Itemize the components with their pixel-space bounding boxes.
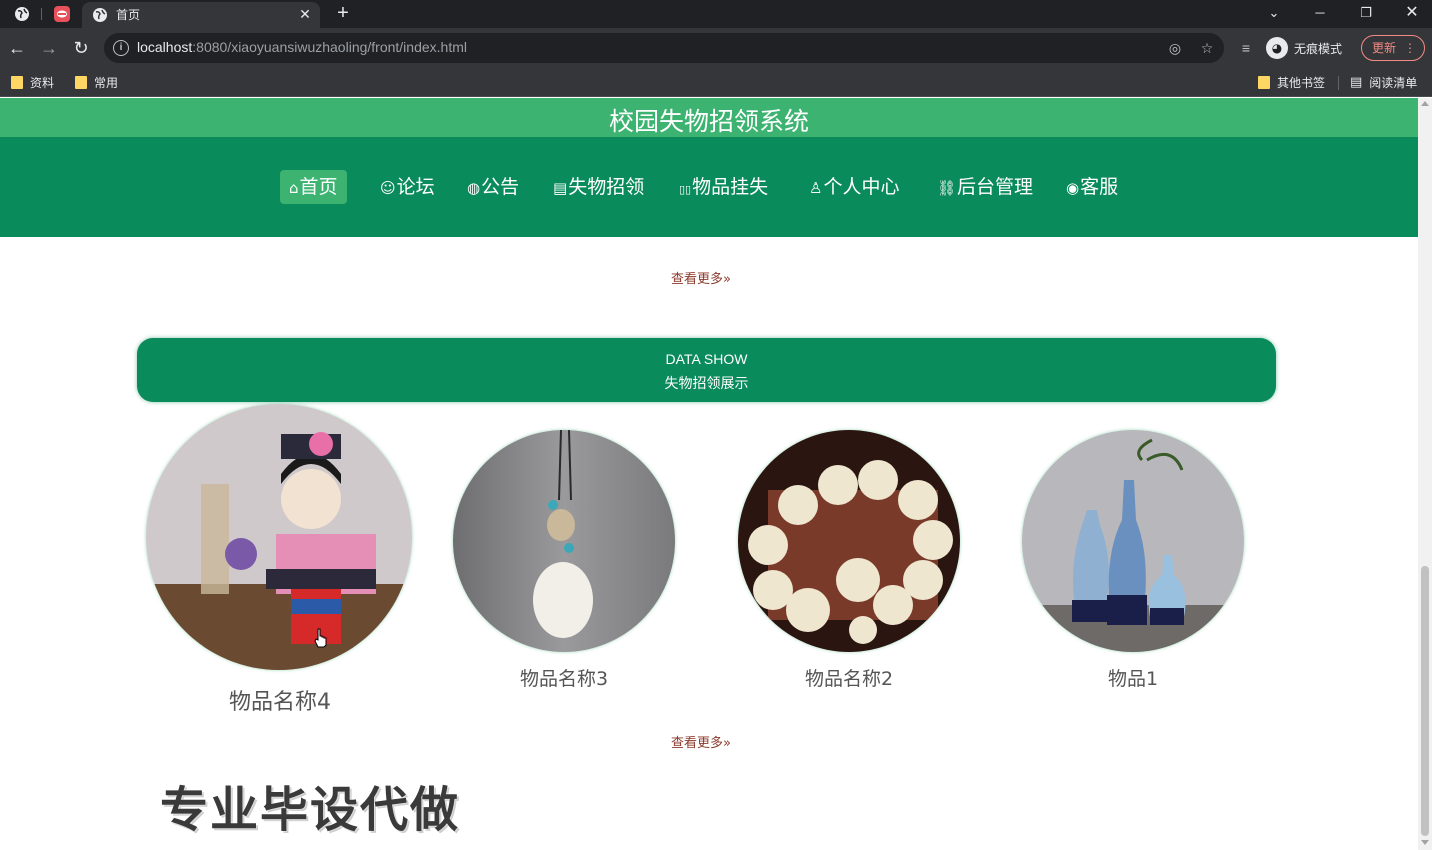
page-scrollbar[interactable] <box>1418 98 1432 850</box>
browser-toolbar: ← → ↻ i localhost:8080/xiaoyuansiwuzhaol… <box>0 28 1432 68</box>
nav-user-center[interactable]: ♙个人中心 <box>800 170 908 204</box>
home-icon: ⌂ <box>289 179 299 197</box>
scroll-up-arrow-icon[interactable] <box>1421 101 1429 106</box>
notice-icon: ◍ <box>467 179 481 197</box>
nav-lost-found[interactable]: ▤失物招领 <box>544 170 653 204</box>
url-text[interactable]: localhost:8080/xiaoyuansiwuzhaoling/fron… <box>137 39 467 55</box>
item-card[interactable]: 物品名称2 <box>738 430 960 694</box>
new-tab-button[interactable]: + <box>333 3 353 23</box>
scroll-thumb[interactable] <box>1421 566 1429 836</box>
nav-forum[interactable]: ☺论坛 <box>371 170 444 204</box>
nav-admin[interactable]: ⛓后台管理 <box>928 170 1042 204</box>
star-icon[interactable]: ☆ <box>1198 39 1216 57</box>
update-button[interactable]: 更新 ⋮ <box>1361 35 1425 61</box>
item-card[interactable]: 物品名称4 <box>146 404 414 716</box>
item-card[interactable]: 物品名称3 <box>453 430 675 694</box>
folder-icon <box>11 75 23 89</box>
link-icon: ⛓ <box>937 179 957 197</box>
eye-off-icon[interactable]: ◎ <box>1166 39 1184 57</box>
minimize-button[interactable]: ─ <box>1308 2 1332 24</box>
tab-separator <box>41 8 42 20</box>
double-chevron-right-icon: » <box>723 736 731 751</box>
site-title: 校园失物招领系统 <box>608 107 809 136</box>
window-close-button[interactable]: ✕ <box>1400 2 1424 24</box>
back-arrow-icon[interactable]: ← <box>5 36 29 60</box>
service-icon: ◉ <box>1066 179 1080 197</box>
main-nav: ⌂首页 ☺论坛 ◍公告 ▤失物招领 ▯▯物品挂失 ♙个人中心 ⛓后台管理 ◉客服 <box>0 137 1418 237</box>
folder-icon <box>1258 75 1270 89</box>
address-bar[interactable]: i localhost:8080/xiaoyuansiwuzhaoling/fr… <box>104 33 1224 63</box>
nav-service[interactable]: ◉客服 <box>1057 170 1127 204</box>
globe-icon <box>93 8 107 22</box>
reload-icon[interactable]: ↻ <box>69 36 93 60</box>
user-icon: ♙ <box>809 179 823 197</box>
restore-button[interactable]: ❐ <box>1354 2 1378 24</box>
close-icon[interactable]: ✕ <box>296 5 314 23</box>
nav-home[interactable]: ⌂首页 <box>280 170 347 204</box>
item-image-doll[interactable] <box>146 404 412 670</box>
item-name[interactable]: 物品1 <box>1022 664 1244 691</box>
page-viewport: 校园失物招领系统 ⌂首页 ☺论坛 ◍公告 ▤失物招领 ▯▯物品挂失 ♙个人中心 … <box>0 98 1432 850</box>
tab-home[interactable]: 首页 ✕ <box>82 2 320 28</box>
forward-arrow-icon[interactable]: → <box>37 36 61 60</box>
forum-icon: ☺ <box>380 179 396 197</box>
item-image-bracelet[interactable] <box>738 430 960 652</box>
bookmark-folder-changyong[interactable]: 常用 <box>75 73 118 91</box>
tab-title: 首页 <box>116 8 141 22</box>
double-chevron-right-icon: » <box>723 272 731 287</box>
report-icon: ▯▯ <box>679 183 692 196</box>
incognito-label: 无痕模式 <box>1294 41 1343 56</box>
item-name[interactable]: 物品名称2 <box>738 664 960 691</box>
item-card[interactable]: 物品1 <box>1022 430 1244 694</box>
nav-report-loss[interactable]: ▯▯物品挂失 <box>670 170 777 204</box>
section-banner: DATA SHOW 失物招领展示 <box>137 338 1276 402</box>
section-title-en: DATA SHOW <box>665 351 748 367</box>
site-header: 校园失物招领系统 <box>0 98 1418 137</box>
more-vert-icon: ⋮ <box>1404 41 1416 55</box>
pinned-app-icon[interactable] <box>51 4 73 24</box>
item-name[interactable]: 物品名称3 <box>453 664 675 691</box>
scroll-down-arrow-icon[interactable] <box>1421 840 1429 845</box>
watermark: 专业毕设代做 <box>160 782 461 838</box>
reading-list-icon[interactable]: ≡ <box>1237 39 1255 57</box>
other-bookmarks[interactable]: 其他书签 <box>1258 73 1325 91</box>
bookmarks-bar: 资料 常用 其他书签 ▤ 阅读清单 <box>0 68 1432 97</box>
reading-list[interactable]: ▤ 阅读清单 <box>1350 73 1417 91</box>
incognito-icon: ◕ <box>1266 37 1288 59</box>
item-image-vases[interactable] <box>1022 430 1244 652</box>
tab-search-icon[interactable]: ⌄ <box>1262 2 1286 24</box>
item-name[interactable]: 物品名称4 <box>146 684 414 716</box>
globe-icon[interactable] <box>11 4 33 24</box>
view-more-link-top[interactable]: 查看更多» <box>671 268 751 287</box>
bookmark-folder-ziliao[interactable]: 资料 <box>11 73 54 91</box>
incognito-indicator[interactable]: ◕ 无痕模式 <box>1266 34 1342 62</box>
section-title-cn: 失物招领展示 <box>664 376 749 392</box>
bookmark-separator <box>1338 76 1339 90</box>
item-image-pendant[interactable] <box>453 430 675 652</box>
view-more-link-bottom[interactable]: 查看更多» <box>671 732 751 751</box>
folder-icon <box>75 75 87 89</box>
hand-cursor-icon <box>314 628 327 648</box>
browser-tab-strip: 首页 ✕ + ⌄ ─ ❐ ✕ <box>0 0 1432 28</box>
reading-list-icon: ▤ <box>1350 74 1363 90</box>
document-icon: ▤ <box>553 179 568 197</box>
nav-notice[interactable]: ◍公告 <box>458 170 528 204</box>
info-icon[interactable]: i <box>113 40 129 56</box>
